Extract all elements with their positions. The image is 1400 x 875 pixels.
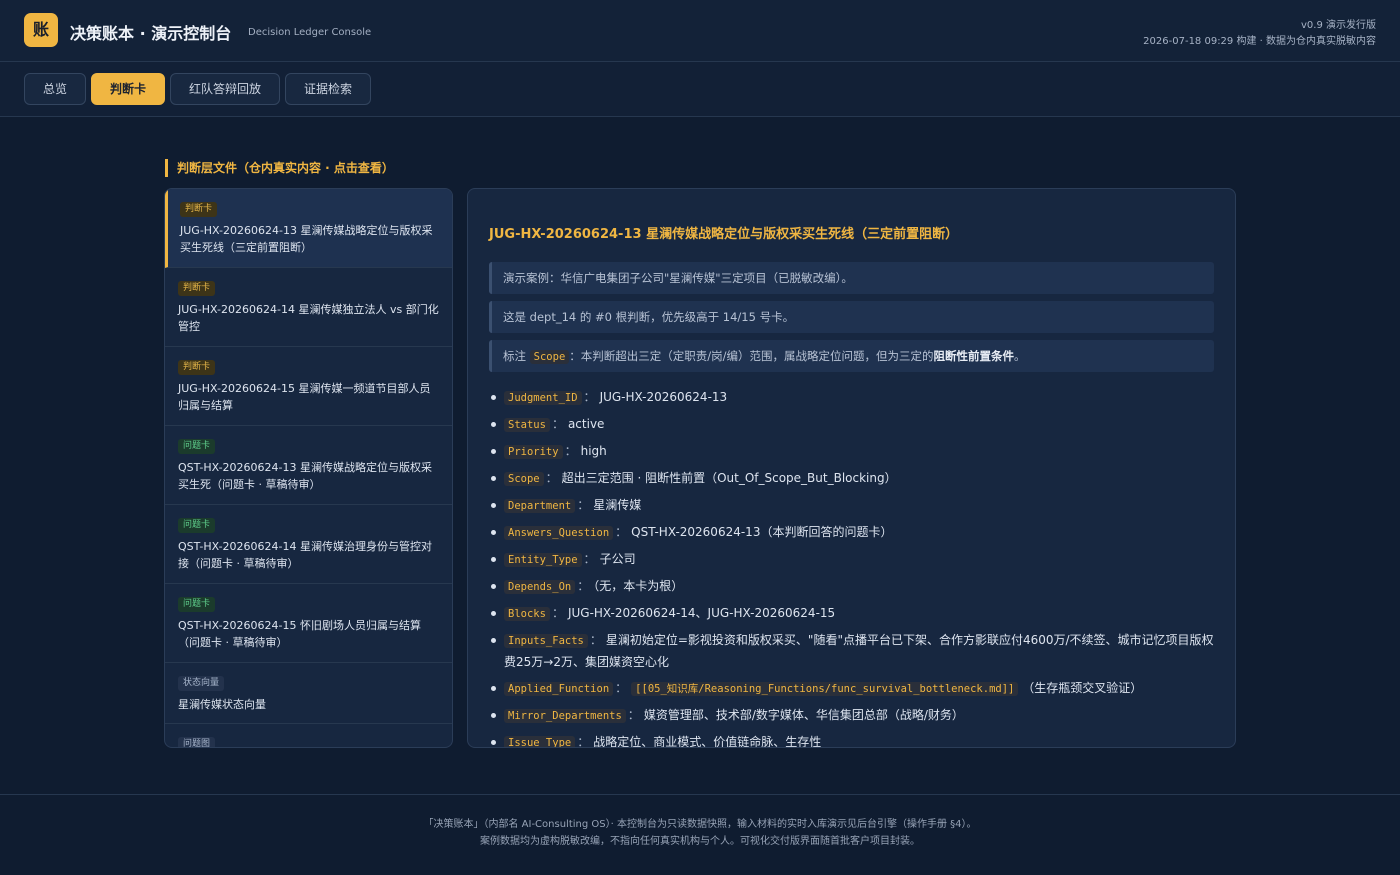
list-item-title: QST-HX-20260624-13 星澜传媒战略定位与版权采买生死（问题卡 ·… <box>178 461 432 491</box>
tab-evidence-search[interactable]: 证据检索 <box>285 73 371 105</box>
type-badge: 问题图 <box>178 737 216 747</box>
list-item[interactable]: 判断卡 JUG-HX-20260624-14 星澜传媒独立法人 vs 部门化管控 <box>165 268 452 347</box>
app-title: 决策账本 · 演示控制台 <box>70 24 232 43</box>
type-badge: 问题卡 <box>178 597 216 612</box>
list-item-title: JUG-HX-20260624-13 星澜传媒战略定位与版权采买生死线（三定前置… <box>180 224 433 254</box>
callout-demo-case: 演示案例：华信广电集团子公司"星澜传媒"三定项目（已脱敏改编）。 <box>489 262 1214 294</box>
app-logo: 账 <box>24 13 58 47</box>
type-badge: 判断卡 <box>178 360 216 375</box>
file-list: 判断卡 JUG-HX-20260624-13 星澜传媒战略定位与版权采买生死线（… <box>164 188 453 748</box>
blocking-prerequisite-text: 阻断性前置条件 <box>933 349 1015 363</box>
app-header: 账 决策账本 · 演示控制台 Decision Ledger Console v… <box>0 0 1400 62</box>
footer-line-2: 案例数据均为虚构脱敏改编，不指向任何真实机构与个人。可视化交付版界面随首批客户项… <box>480 836 920 847</box>
field-priority: Priority： high <box>489 441 1214 463</box>
field-list: Judgment_ID： JUG-HX-20260624-13 Status： ac… <box>489 387 1214 747</box>
list-item[interactable]: 判断卡 JUG-HX-20260624-15 星澜传媒一频道节目部人员归属与结算 <box>165 347 452 426</box>
field-issue-type: Issue_Type：战略定位、商业模式、价值链命脉、生存性 <box>489 732 1214 747</box>
list-item[interactable]: 问题卡 QST-HX-20260624-13 星澜传媒战略定位与版权采买生死（问… <box>165 426 452 505</box>
field-blocks: Blocks： JUG-HX-20260624-14、JUG-HX-2026062… <box>489 603 1214 625</box>
detail-title: JUG-HX-20260624-13 星澜传媒战略定位与版权采买生死线（三定前置… <box>489 227 959 242</box>
field-applied-function: Applied_Function： [[05_知识库/Reasoning_Func… <box>489 678 1214 700</box>
type-badge: 问题卡 <box>178 439 216 454</box>
list-item-title: QST-HX-20260624-14 星澜传媒治理身份与管控对接（问题卡 · 草… <box>178 540 432 570</box>
callout-root-judgment: 这是 dept_14 的 #0 根判断，优先级高于 14/15 号卡。 <box>489 301 1214 333</box>
type-badge: 判断卡 <box>178 281 216 296</box>
field-judgment-id: Judgment_ID： JUG-HX-20260624-13 <box>489 387 1214 409</box>
list-item[interactable]: 问题卡 QST-HX-20260624-15 怀旧剧场人员归属与结算（问题卡 ·… <box>165 584 452 663</box>
list-item[interactable]: 问题卡 QST-HX-20260624-14 星澜传媒治理身份与管控对接（问题卡… <box>165 505 452 584</box>
detail-panel: JUG-HX-20260624-13 星澜传媒战略定位与版权采买生死线（三定前置… <box>467 188 1236 748</box>
type-badge: 状态向量 <box>178 676 225 691</box>
version-label: v0.9 演示发行版 <box>1301 20 1376 31</box>
list-item-title: JUG-HX-20260624-14 星澜传媒独立法人 vs 部门化管控 <box>178 303 439 333</box>
tab-overview[interactable]: 总览 <box>24 73 86 105</box>
field-depends-on: Depends_On：（无，本卡为根） <box>489 576 1214 598</box>
list-item-title: JUG-HX-20260624-15 星澜传媒一频道节目部人员归属与结算 <box>178 382 431 412</box>
app-subtitle: Decision Ledger Console <box>248 27 372 38</box>
scope-keyword: Scope <box>529 350 570 364</box>
list-item[interactable]: 问题图 <box>165 724 452 747</box>
field-status: Status： active <box>489 414 1214 436</box>
field-inputs-facts: Inputs_Facts：星澜初始定位=影视投资和版权采买、"随看"点播平台已下… <box>489 630 1214 673</box>
page-footer: 「决策账本」（内部名 AI-Consulting OS）· 本控制台为只读数据快… <box>0 794 1400 875</box>
list-item-title: 星澜传媒状态向量 <box>178 698 266 711</box>
build-info: 2026-07-18 09:29 构建 · 数据为仓内真实脱敏内容 <box>1143 36 1376 47</box>
type-badge: 问题卡 <box>178 518 216 533</box>
callout-scope-note: 标注 Scope ：本判断超出三定（定职责/岗/编）范围，属战略定位问题，但为三定… <box>489 340 1214 372</box>
field-department: Department：星澜传媒 <box>489 495 1214 517</box>
field-answers-question: Answers_Question： QST-HX-20260624-13（本判断回… <box>489 522 1214 544</box>
tab-bar: 总览 判断卡 红队答辩回放 证据检索 <box>0 62 1400 117</box>
field-scope: Scope：超出三定范围 · 阻断性前置（Out_Of_Scope_But_Bl… <box>489 468 1214 490</box>
type-badge: 判断卡 <box>180 202 218 217</box>
list-item[interactable]: 状态向量 星澜传媒状态向量 <box>165 663 452 724</box>
list-item[interactable]: 判断卡 JUG-HX-20260624-13 星澜传媒战略定位与版权采买生死线（… <box>165 189 452 268</box>
tab-redteam-replay[interactable]: 红队答辩回放 <box>170 73 280 105</box>
function-link[interactable]: [[05_知识库/Reasoning_Functions/func_surviv… <box>631 682 1019 696</box>
list-item-title: QST-HX-20260624-15 怀旧剧场人员归属与结算（问题卡 · 草稿待… <box>178 619 421 649</box>
tab-judgment-cards[interactable]: 判断卡 <box>91 73 165 105</box>
field-entity-type: Entity_Type：子公司 <box>489 549 1214 571</box>
field-mirror-departments: Mirror_Departments：媒资管理部、技术部/数字媒体、华信集团总部… <box>489 705 1214 727</box>
footer-line-1: 「决策账本」（内部名 AI-Consulting OS）· 本控制台为只读数据快… <box>423 819 977 830</box>
section-title: 判断层文件（仓内真实内容 · 点击查看） <box>165 159 394 177</box>
